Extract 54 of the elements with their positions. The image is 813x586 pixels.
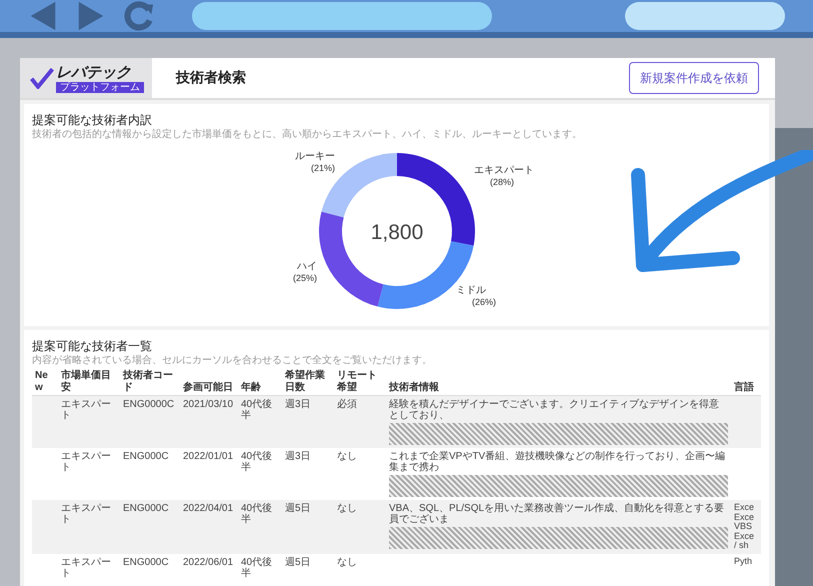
table-cell: ENG0000C — [123, 399, 174, 410]
table-cell: 週3日 — [285, 451, 311, 462]
slice-percent: (28%) — [490, 177, 514, 187]
table-cell-text: Pyth — [734, 556, 754, 566]
total-count: 1,800 — [370, 221, 424, 244]
table-cell-text: / sh — [734, 541, 750, 550]
table-cell-text: これまで企業VPやTV番組、遊技機映像などの制作を行っており、企画〜編集まで携わ — [389, 451, 726, 473]
table-cell-text: 経験を積んだデザイナーでございます。クリエイティブなデザインを得意としており、 — [389, 399, 720, 421]
back-icon[interactable] — [28, 0, 58, 32]
table-cell-text: Exce — [734, 503, 756, 512]
reload-icon[interactable] — [124, 0, 154, 32]
table-cell-text: VBA、SQL、PL/SQLを用いた業務改善ツール作成、自動化を得意とする要員でございま — [389, 503, 726, 525]
table-cell: 2022/06/01 — [183, 556, 234, 568]
slice-percent: (21%) — [310, 163, 335, 173]
slice-percent: (26%) — [472, 297, 496, 307]
table-cell: 2022/01/01 — [183, 451, 234, 462]
address-bar[interactable] — [192, 2, 492, 30]
table-cell: なし — [337, 556, 357, 568]
slice-percent: (25%) — [292, 273, 317, 283]
table-cell: エキスパート — [61, 556, 111, 578]
page-title: 技術者検索 — [176, 69, 246, 87]
table-cell: エキスパート — [61, 503, 111, 525]
table-cell: 週3日 — [285, 399, 311, 410]
table-cell: 40代後半 — [241, 399, 272, 421]
slice-label: ルーキー — [295, 151, 335, 162]
table-cell-text: VBS — [734, 522, 754, 532]
table-cell: なし — [337, 503, 357, 514]
table-cell: エキスパート — [61, 399, 111, 421]
section-description: 技術者の包括的な情報から設定した市場単価をもとに、高い順からエキスパート、ハイ、ミドル、ルーキーとしています。 — [32, 129, 583, 141]
table-cell: 週5日 — [285, 503, 311, 514]
table-cell-text: Exce — [734, 512, 756, 522]
table-cell-text: Exce — [734, 532, 756, 541]
table-cell: 週5日 — [285, 556, 311, 568]
section-description: 内容が省略されている場合、セルにカーソルを合わせることで全文をご覧いただけます。 — [32, 355, 433, 367]
table-cell: ENG000C — [123, 556, 169, 568]
table-cell: 40代後半 — [241, 451, 272, 473]
table-cell: 2021/03/10 — [183, 399, 234, 410]
section-title: 提案可能な技術者内訳 — [32, 112, 153, 128]
logo: レバテック プラットフォーム — [20, 58, 152, 98]
table-cell: 必須 — [337, 399, 357, 410]
search-bar[interactable] — [625, 2, 785, 30]
table-cell: 2022/04/01 — [183, 503, 234, 514]
slice-label: ミドル — [456, 285, 486, 296]
table-cell: ENG000C — [123, 503, 169, 514]
request-button[interactable]: 新規案件作成を依頼 — [629, 62, 759, 94]
table-cell: なし — [337, 451, 357, 462]
table-cell: エキスパート — [61, 451, 111, 473]
table-cell: 40代後半 — [241, 556, 272, 578]
slice-label: ハイ — [297, 261, 317, 272]
forward-icon[interactable] — [76, 0, 106, 32]
section-title: 提案可能な技術者一覧 — [32, 338, 153, 354]
slice-label: エキスパート — [474, 165, 534, 176]
table-cell: 40代後半 — [241, 503, 272, 525]
table-cell: ENG000C — [123, 451, 169, 462]
